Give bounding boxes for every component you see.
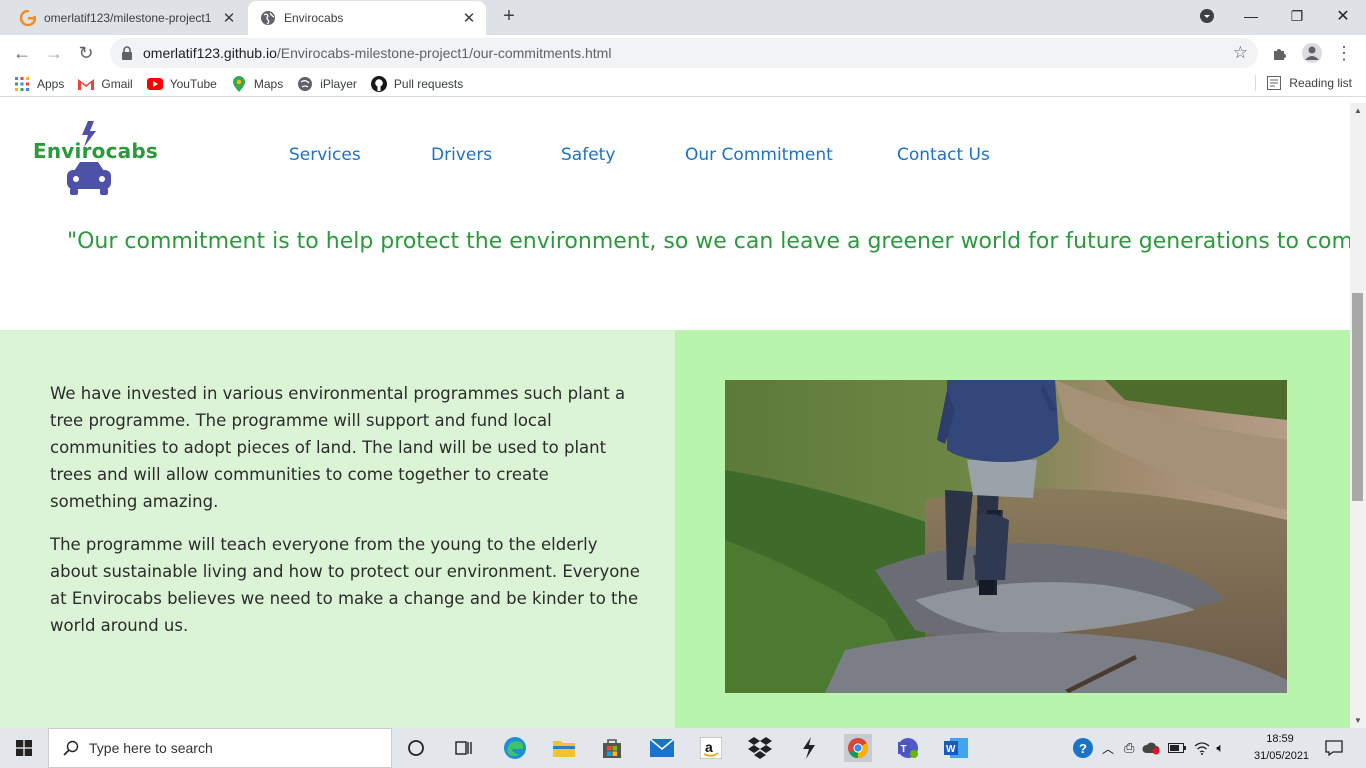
back-button[interactable]: ← [8,39,36,67]
microsoft-store-icon[interactable] [598,734,626,762]
commitment-paragraph-1: We have invested in various environmenta… [50,384,626,511]
svg-text:a: a [705,739,713,755]
bookmarks-bar: Apps Gmail YouTube Maps iPlayer Pull req… [0,71,1366,97]
reading-list-label: Reading list [1289,76,1352,90]
new-tab-button[interactable]: + [498,6,520,28]
gmail-icon [78,76,95,92]
profile-dropdown-icon[interactable] [1184,0,1230,32]
lock-icon[interactable] [120,46,134,60]
url-host: omerlatif123.github.io [143,45,277,61]
taskbar-search-box[interactable]: Type here to search [48,728,392,768]
search-icon [63,740,79,756]
bookmark-apps[interactable]: Apps [14,76,64,92]
bookmark-gmail[interactable]: Gmail [78,76,133,92]
child-walking-in-puddle-image [725,380,1287,693]
page-scrollbar[interactable]: ▲ ▼ [1350,103,1366,728]
brand-name: Envirocabs [33,139,158,163]
commitment-quote: "Our commitment is to help protect the e… [67,229,1350,254]
windows-taskbar: Type here to search a T W ? ︿ ⎙ 🔈︎ 18:59… [0,728,1366,768]
bookmark-label: Gmail [101,76,133,91]
bookmark-maps[interactable]: Maps [231,75,284,92]
tab-github[interactable]: omerlatif123/milestone-project1 ✕ [8,0,246,35]
forward-button[interactable]: → [40,39,68,67]
nav-drivers[interactable]: Drivers [431,145,492,165]
bookmark-label: YouTube [169,76,217,91]
tab-title: Envirocabs [284,11,344,25]
maps-pin-icon [231,75,247,92]
reading-list-button[interactable]: Reading list [1255,75,1352,91]
bookmark-star-icon[interactable]: ☆ [1233,43,1248,63]
usb-device-icon[interactable]: ⎙ [1124,740,1134,756]
bookmark-label: Maps [253,76,284,91]
help-icon[interactable]: ? [1072,737,1094,759]
task-view-icon[interactable] [450,734,478,762]
tab-envirocabs[interactable]: Envirocabs ✕ [248,1,486,35]
word-icon[interactable]: W [942,734,970,762]
edge-browser-icon[interactable] [501,734,529,762]
chrome-taskbar-icon[interactable] [844,734,872,762]
menu-kebab-icon[interactable]: ⋮ [1330,39,1358,67]
scroll-up-arrow-icon[interactable]: ▲ [1354,106,1362,115]
volume-icon[interactable]: 🔈︎ [1216,740,1224,756]
youtube-icon [146,76,163,92]
clock-date: 31/05/2021 [1254,750,1310,762]
file-explorer-icon[interactable] [550,734,578,762]
scrollbar-thumb[interactable] [1352,293,1363,501]
avatar[interactable] [1298,39,1326,67]
taskbar-clock[interactable]: 18:59 31/05/2021 [1254,731,1310,765]
commitment-text-panel: We have invested in various environmenta… [0,330,675,728]
envirocabs-logo[interactable]: Envirocabs [32,121,158,199]
reload-button[interactable]: ↻ [72,39,100,67]
iplayer-icon [297,76,313,92]
bookmark-iplayer[interactable]: iPlayer [297,76,357,92]
reading-list-icon [1267,76,1282,90]
nav-services[interactable]: Services [289,145,361,165]
nav-our-commitment[interactable]: Our Commitment [685,145,833,165]
clock-time: 18:59 [1266,733,1294,745]
nav-contact-us[interactable]: Contact Us [897,145,990,165]
extensions-icon[interactable] [1266,39,1294,67]
globe-icon [260,10,276,26]
cortana-icon[interactable] [402,734,430,762]
browser-tab-strip: omerlatif123/milestone-project1 ✕ Enviro… [0,0,1366,35]
close-icon[interactable]: ✕ [218,9,240,27]
bookmark-label: iPlayer [320,76,357,91]
bookmark-pull-requests[interactable]: Pull requests [370,75,464,92]
notifications-icon[interactable] [1320,734,1348,762]
teams-icon[interactable]: T [893,734,921,762]
cloud-offline-icon[interactable] [1142,741,1160,755]
apps-grid-icon [14,76,30,92]
browser-toolbar: ← → ↻ omerlatif123.github.io/Envirocabs-… [0,35,1366,71]
dropbox-icon[interactable] [746,734,774,762]
scroll-down-arrow-icon[interactable]: ▼ [1354,716,1362,725]
nav-safety[interactable]: Safety [561,145,615,165]
battery-icon[interactable] [1168,743,1187,753]
svg-text:W: W [946,744,956,755]
svg-text:T: T [901,744,907,755]
system-tray: ? ︿ ⎙ 🔈︎ [1072,728,1224,768]
chevron-up-icon[interactable]: ︿ [1102,740,1114,757]
github-icon [370,75,387,92]
restore-button[interactable]: ❐ [1274,0,1320,32]
bookmark-label: Pull requests [393,76,464,91]
web-page: Envirocabs Services Drivers Safety Our C… [0,103,1350,728]
taskbar-search-placeholder: Type here to search [89,740,213,756]
close-icon[interactable]: ✕ [458,9,480,27]
url-path: /Envirocabs-milestone-project1/our-commi… [276,45,612,61]
amazon-icon[interactable]: a [697,734,725,762]
mail-icon[interactable] [648,734,676,762]
address-bar[interactable]: omerlatif123.github.io/Envirocabs-milest… [110,38,1258,68]
windows-start-button[interactable] [0,728,48,768]
bookmark-label: Apps [37,76,65,91]
minimize-button[interactable]: — [1228,0,1274,32]
commitment-paragraph-2: The programme will teach everyone from t… [50,535,640,635]
svg-text:?: ? [1079,741,1087,756]
bookmark-youtube[interactable]: YouTube [146,76,217,92]
g-logo-icon [20,9,36,26]
close-window-button[interactable]: ✕ [1320,0,1366,32]
wifi-icon[interactable] [1194,741,1210,755]
tab-title: omerlatif123/milestone-project1 [44,10,212,25]
tidal-app-icon[interactable] [795,734,823,762]
